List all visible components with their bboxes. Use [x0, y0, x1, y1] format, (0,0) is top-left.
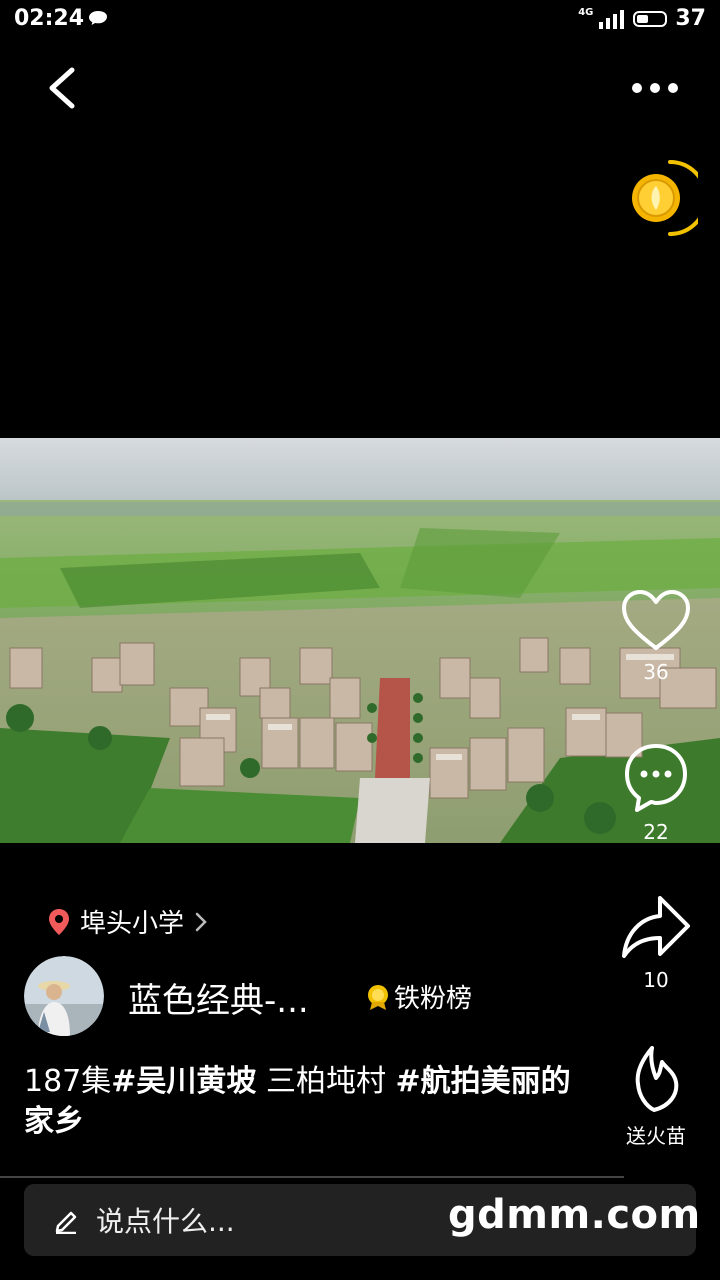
- avatar[interactable]: [24, 956, 104, 1036]
- chevron-right-icon: [195, 912, 207, 931]
- location-tag[interactable]: 埠头小学: [48, 903, 208, 940]
- heart-icon: [622, 590, 690, 650]
- send-fire-button[interactable]: 送火苗: [612, 1044, 700, 1149]
- caption-text: 三柏坉村: [256, 1064, 396, 1099]
- caption-episode: 187集: [24, 1064, 112, 1099]
- like-button[interactable]: 36: [612, 588, 700, 684]
- pen-icon: [55, 1211, 77, 1234]
- location-pin-icon: [49, 908, 69, 935]
- comment-bubble-icon: [625, 744, 687, 812]
- location-label: 埠头小学: [80, 909, 185, 939]
- video-caption: 187集#吴川黄坡 三柏坉村 #航拍美丽的家乡: [24, 1062, 584, 1142]
- share-arrow-icon: [622, 896, 690, 958]
- share-count: 10: [643, 968, 669, 992]
- message-notification-icon: [89, 11, 107, 25]
- battery-level: 37: [675, 6, 706, 31]
- network-type: 4G: [578, 7, 594, 18]
- divider: [0, 1176, 624, 1178]
- status-right: 4G 37: [578, 6, 706, 31]
- status-time: 02:24: [14, 6, 85, 31]
- author-name[interactable]: 蓝色经典-...: [128, 973, 309, 1022]
- caption-hashtag[interactable]: #吴川黄坡: [111, 1064, 256, 1099]
- share-button[interactable]: 10: [612, 892, 700, 992]
- signal-icon: [599, 9, 625, 29]
- medal-icon: [368, 984, 388, 1010]
- fans-rank-label: 铁粉榜: [394, 984, 473, 1014]
- fans-rank-badge[interactable]: 铁粉榜: [366, 978, 472, 1015]
- comment-button[interactable]: 22: [612, 742, 700, 844]
- send-fire-label: 送火苗: [626, 1124, 686, 1148]
- comment-input[interactable]: 说点什么...: [96, 1200, 235, 1240]
- watermark: gdmm.com: [448, 1192, 701, 1238]
- more-options-icon[interactable]: [620, 68, 690, 108]
- back-chevron-icon[interactable]: [40, 62, 84, 114]
- flame-icon: [635, 1046, 679, 1112]
- battery-icon: [633, 10, 668, 27]
- like-count: 36: [643, 660, 669, 684]
- comment-count: 22: [643, 820, 669, 844]
- coin-reward-icon[interactable]: [626, 158, 698, 238]
